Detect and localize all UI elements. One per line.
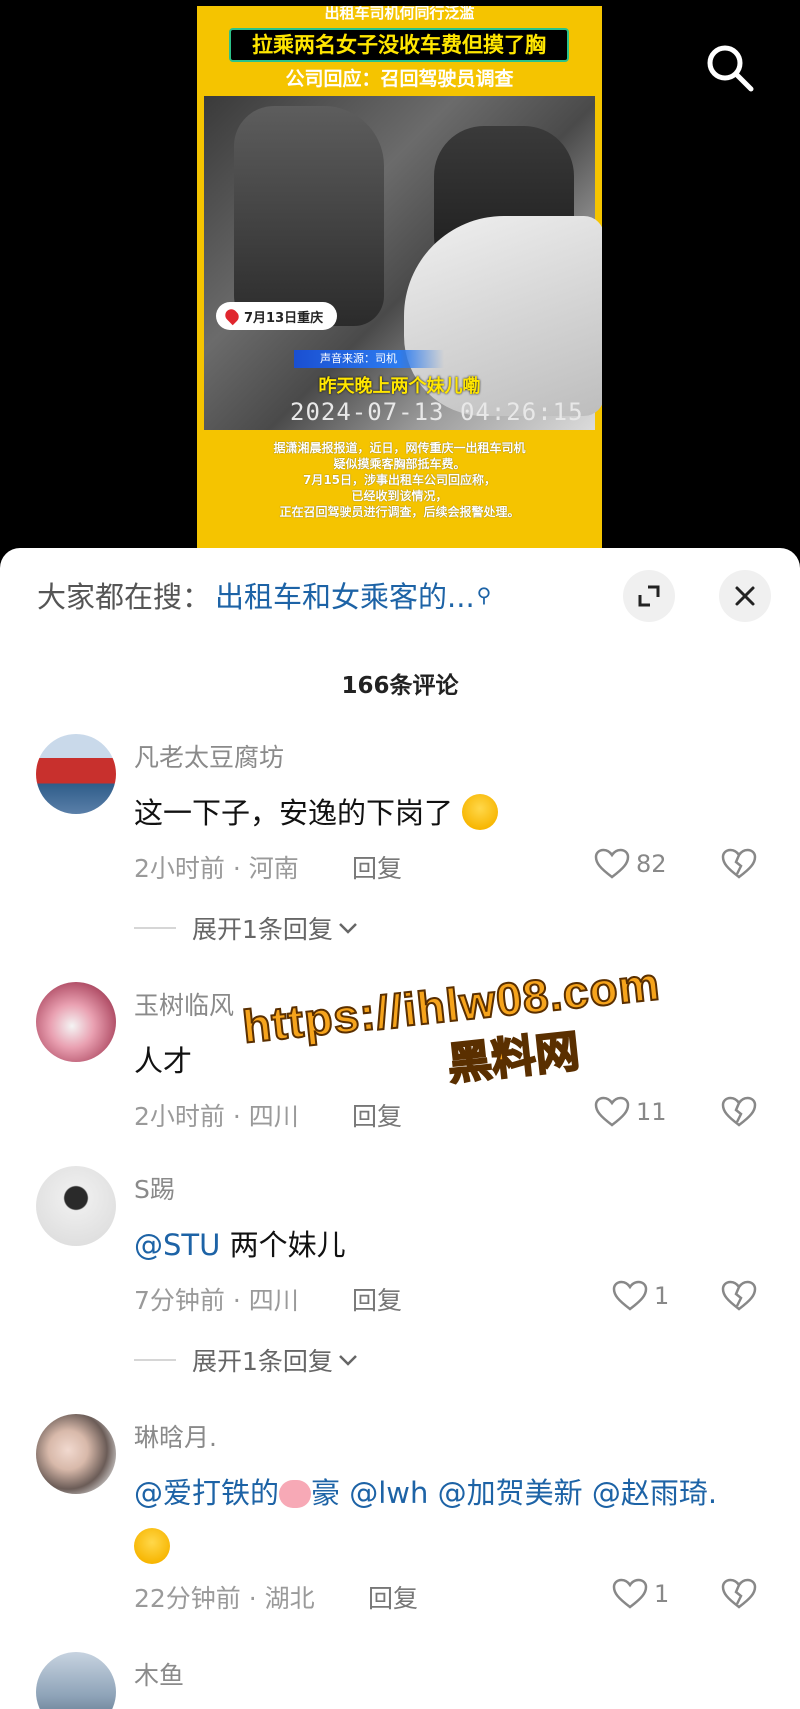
search-suggestion-prefix: 大家都在搜： bbox=[37, 580, 212, 614]
news-line: 正在召回驾驶员进行调查，后续会报警处理。 bbox=[279, 505, 520, 519]
comment-time-location: 7分钟前 · 四川 bbox=[134, 1286, 299, 1315]
comment-text: 这一下子，安逸的下岗了 bbox=[134, 786, 754, 840]
video-top-line: 出租车司机何同行泛滥 bbox=[324, 6, 475, 22]
audio-source-label: 声音来源：司机 bbox=[294, 350, 444, 368]
mention-link[interactable]: @lwh bbox=[349, 1476, 428, 1510]
video-still-image: 7月13日重庆 声音来源：司机 昨天晚上两个妹儿嘞 2024-07-13 04:… bbox=[204, 96, 602, 430]
mention-link[interactable]: @赵雨琦. bbox=[592, 1476, 717, 1510]
comment-text: @爱打铁的豪 @lwh @加贺美新 @赵雨琦. bbox=[134, 1466, 754, 1574]
avatar[interactable] bbox=[36, 1166, 116, 1246]
like-count: 1 bbox=[654, 1282, 670, 1310]
like-count: 82 bbox=[636, 850, 667, 878]
dislike-button[interactable] bbox=[721, 1096, 757, 1132]
video-frame[interactable]: 出租车司机何同行泛滥 拉乘两名女子没收车费但摸了胸 公司回应：召回驾驶员调查 7… bbox=[197, 6, 602, 554]
heart-icon bbox=[612, 1280, 648, 1311]
location-badge-text: 7月13日重庆 bbox=[244, 310, 324, 326]
like-count: 1 bbox=[654, 1580, 670, 1608]
comment-body: 两个妹儿 bbox=[220, 1228, 346, 1262]
comment-item: S踢 @STU 两个妹儿 7分钟前 · 四川 回复 1 展开1条回复 bbox=[0, 1166, 800, 1376]
chevron-down-icon bbox=[339, 923, 357, 934]
comment-username[interactable]: S踢 bbox=[134, 1170, 175, 1206]
search-button[interactable] bbox=[704, 42, 756, 94]
comment-username[interactable]: 琳晗月. bbox=[134, 1418, 217, 1454]
comment-item: 琳晗月. @爱打铁的豪 @lwh @加贺美新 @赵雨琦. 22分钟前 · 湖北 … bbox=[0, 1414, 800, 1614]
comment-item: 玉树临风 人才 2小时前 · 四川 回复 11 bbox=[0, 982, 800, 1132]
close-icon bbox=[735, 586, 755, 606]
comment-text: @STU 两个妹儿 bbox=[134, 1218, 754, 1272]
comment-time-location: 2小时前 · 四川 bbox=[134, 1102, 299, 1131]
video-title: 拉乘两名女子没收车费但摸了胸 bbox=[229, 28, 569, 62]
news-line: 据潇湘晨报报道，近日，网传重庆一出租车司机 bbox=[273, 441, 526, 455]
like-button[interactable]: 1 bbox=[612, 1578, 669, 1610]
dislike-button[interactable] bbox=[721, 1280, 757, 1316]
video-player[interactable]: 出租车司机何同行泛滥 拉乘两名女子没收车费但摸了胸 公司回应：召回驾驶员调查 7… bbox=[0, 0, 800, 560]
news-line: 已经收到该情况， bbox=[351, 489, 448, 503]
comment-body: 这一下子，安逸的下岗了 bbox=[134, 796, 454, 830]
expand-replies-label: 展开1条回复 bbox=[192, 1347, 333, 1376]
comment-text: 人才 bbox=[134, 1034, 754, 1088]
video-subtitle: 公司回应：召回驾驶员调查 bbox=[285, 68, 514, 90]
like-button[interactable]: 1 bbox=[612, 1280, 669, 1312]
like-button[interactable]: 11 bbox=[594, 1096, 667, 1128]
heart-icon bbox=[594, 1096, 630, 1127]
broken-heart-icon bbox=[721, 848, 757, 879]
comments-sheet: 大家都在搜： 出租车和女乘客的... ⚲ 166条评论 凡老太豆腐坊 这一下子，… bbox=[0, 548, 800, 1709]
news-line: 7月15日，涉事出租车公司回应称， bbox=[302, 473, 497, 487]
expand-replies-button[interactable]: 展开1条回复 bbox=[134, 910, 359, 946]
heart-icon bbox=[612, 1578, 648, 1609]
search-icon bbox=[707, 45, 754, 92]
expand-replies-button[interactable]: 展开1条回复 bbox=[134, 1342, 359, 1378]
search-suggestion-query[interactable]: 出租车和女乘客的... bbox=[215, 574, 475, 616]
search-suggestion[interactable]: 大家都在搜： 出租车和女乘客的... ⚲ bbox=[37, 570, 557, 620]
expand-replies-label: 展开1条回复 bbox=[192, 915, 333, 944]
reply-button[interactable]: 回复 bbox=[352, 849, 402, 885]
like-count: 11 bbox=[636, 1098, 667, 1126]
avatar[interactable] bbox=[36, 734, 116, 814]
location-badge: 7月13日重庆 bbox=[216, 302, 338, 330]
comment-item: 凡老太豆腐坊 这一下子，安逸的下岗了 2小时前 · 河南 回复 82 展开1条回… bbox=[0, 734, 800, 944]
broken-heart-icon bbox=[721, 1578, 757, 1609]
broken-heart-icon bbox=[721, 1096, 757, 1127]
like-button[interactable]: 82 bbox=[594, 848, 667, 880]
avatar[interactable] bbox=[36, 1652, 116, 1709]
comment-item: 木鱼 bbox=[0, 1652, 800, 1709]
mention-link[interactable]: @爱打铁的豪 bbox=[134, 1476, 340, 1510]
close-sheet-button[interactable] bbox=[719, 570, 771, 622]
mention-link[interactable]: @STU bbox=[134, 1228, 220, 1262]
reply-button[interactable]: 回复 bbox=[352, 1281, 402, 1317]
expand-sheet-button[interactable] bbox=[623, 570, 675, 622]
dislike-button[interactable] bbox=[721, 1578, 757, 1614]
dislike-button[interactable] bbox=[721, 848, 757, 884]
video-caption: 昨天晚上两个妹儿嘞 bbox=[318, 376, 481, 397]
pig-emoji-icon bbox=[279, 1480, 312, 1508]
reply-button[interactable]: 回复 bbox=[368, 1579, 418, 1615]
news-summary: 据潇湘晨报报道，近日，网传重庆一出租车司机 疑似摸乘客胸部抵车费。 7月15日，… bbox=[205, 440, 594, 520]
chevron-down-icon bbox=[339, 1355, 357, 1366]
comment-time-location: 2小时前 · 河南 bbox=[134, 854, 299, 883]
expand-icon bbox=[638, 585, 660, 607]
comment-username[interactable]: 木鱼 bbox=[134, 1656, 184, 1692]
comment-username[interactable]: 玉树临风 bbox=[134, 986, 234, 1022]
comment-username[interactable]: 凡老太豆腐坊 bbox=[134, 738, 284, 774]
location-pin-icon bbox=[222, 306, 242, 326]
reply-button[interactable]: 回复 bbox=[352, 1097, 402, 1133]
video-timestamp: 2024-07-13 04:26:15 bbox=[290, 398, 584, 426]
broken-heart-icon bbox=[721, 1280, 757, 1311]
avatar[interactable] bbox=[36, 982, 116, 1062]
comment-time-location: 22分钟前 · 湖北 bbox=[134, 1584, 315, 1613]
search-small-icon: ⚲ bbox=[476, 583, 492, 607]
comment-body: 人才 bbox=[134, 1044, 193, 1078]
comments-count: 166条评论 bbox=[341, 673, 459, 699]
mention-link[interactable]: @加贺美新 bbox=[438, 1476, 583, 1510]
avatar[interactable] bbox=[36, 1414, 116, 1494]
rofl-emoji-icon bbox=[462, 794, 499, 830]
news-line: 疑似摸乘客胸部抵车费。 bbox=[333, 457, 466, 471]
smile-sweat-emoji-icon bbox=[134, 1528, 170, 1564]
heart-icon bbox=[594, 848, 630, 879]
